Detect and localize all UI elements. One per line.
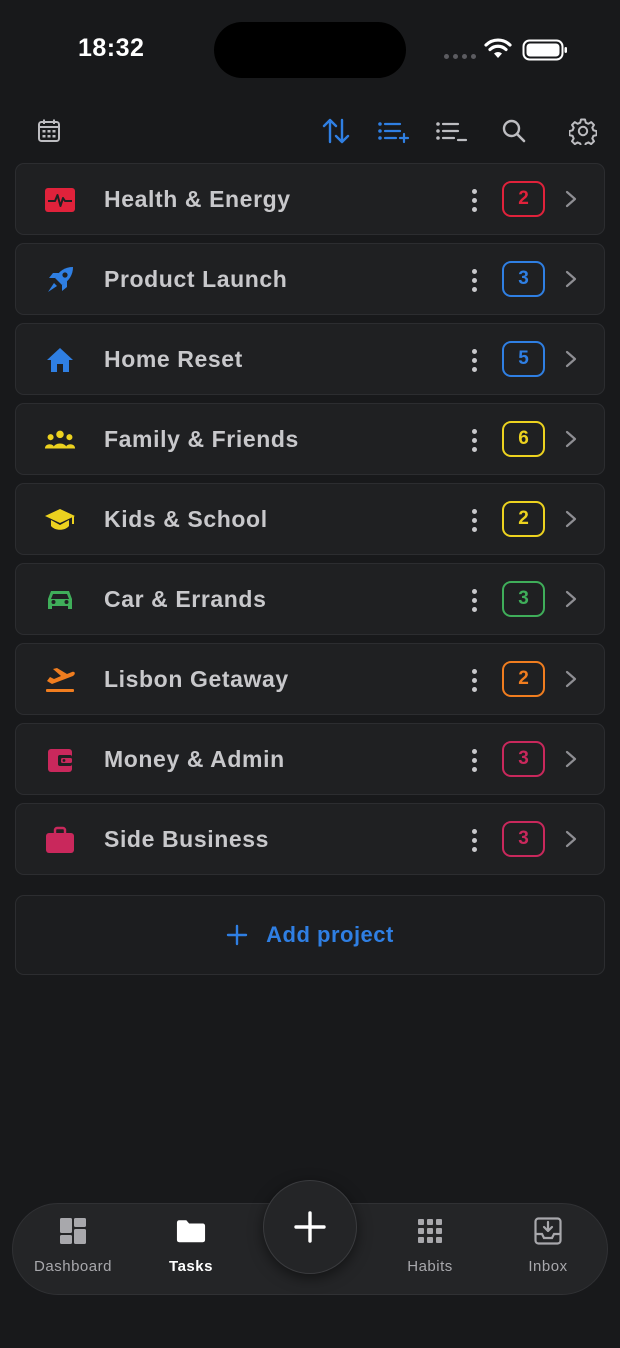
task-count-badge: 2 [502,501,545,537]
wallet-icon [44,744,76,776]
project-row-family-friends[interactable]: Family & Friends 6 [15,403,605,475]
add-task-fab[interactable] [263,1180,357,1274]
more-options-icon[interactable] [464,824,484,856]
project-name: Money & Admin [104,746,285,772]
toolbar [0,110,620,150]
tab-habits[interactable]: Habits [370,1204,490,1296]
project-name: Health & Energy [104,186,291,212]
project-row-health-energy[interactable]: Health & Energy 2 [15,163,605,235]
tasks-screen: 18:32 Health & Energy 2 Product Launch 3… [0,0,620,1348]
settings-button[interactable] [566,114,600,148]
collapse-list-icon [436,122,468,142]
search-icon [502,119,526,143]
heart-pulse-icon [44,184,76,216]
project-name: Lisbon Getaway [104,666,289,692]
tab-inbox[interactable]: Inbox [488,1204,608,1296]
people-icon [44,424,76,456]
chevron-right-icon [565,750,577,768]
task-count-badge: 3 [502,581,545,617]
add-project-label: Add project [266,922,394,947]
collapse-all-button[interactable] [434,114,468,148]
calendar-button[interactable] [32,114,66,148]
dashboard-icon [58,1216,88,1246]
cellular-signal-icon [444,54,476,60]
expand-list-icon [378,122,410,144]
chevron-right-icon [565,670,577,688]
project-name: Side Business [104,826,270,852]
more-options-icon[interactable] [464,744,484,776]
more-options-icon[interactable] [464,344,484,376]
chevron-right-icon [565,270,577,288]
more-options-icon[interactable] [464,264,484,296]
tab-label: Habits [407,1258,453,1275]
plus-icon [226,924,248,946]
project-row-car-errands[interactable]: Car & Errands 3 [15,563,605,635]
more-options-icon[interactable] [464,664,484,696]
status-time: 18:32 [78,34,145,62]
gear-icon [569,118,597,145]
task-count-badge: 2 [502,181,545,217]
chevron-right-icon [565,350,577,368]
task-count-badge: 3 [502,821,545,857]
project-row-lisbon-getaway[interactable]: Lisbon Getaway 2 [15,643,605,715]
tab-label: Tasks [169,1258,213,1275]
project-row-home-reset[interactable]: Home Reset 5 [15,323,605,395]
briefcase-icon [44,824,76,856]
dynamic-island [214,22,406,78]
more-options-icon[interactable] [464,424,484,456]
graduation-cap-icon [44,504,76,536]
task-count-badge: 5 [502,341,545,377]
search-button[interactable] [497,114,531,148]
add-project-button[interactable]: Add project [15,895,605,975]
inbox-icon [533,1216,563,1246]
task-count-badge: 3 [502,741,545,777]
folder-icon [176,1216,206,1246]
project-name: Kids & School [104,506,268,532]
project-name: Car & Errands [104,586,267,612]
project-name: Product Launch [104,266,288,292]
expand-all-button[interactable] [376,114,410,148]
task-count-badge: 3 [502,261,545,297]
sort-button[interactable] [319,114,353,148]
plus-icon [294,1211,326,1243]
chevron-right-icon [565,430,577,448]
task-count-badge: 2 [502,661,545,697]
wifi-icon [484,38,512,58]
battery-icon [522,39,567,61]
project-row-money-admin[interactable]: Money & Admin 3 [15,723,605,795]
project-name: Family & Friends [104,426,299,452]
project-row-product-launch[interactable]: Product Launch 3 [15,243,605,315]
plane-takeoff-icon [44,664,76,696]
tab-label: Dashboard [34,1258,112,1275]
home-icon [44,344,76,376]
more-options-icon[interactable] [464,584,484,616]
project-name: Home Reset [104,346,243,372]
chevron-right-icon [565,590,577,608]
chevron-right-icon [565,830,577,848]
grid-icon [415,1216,445,1246]
project-list: Health & Energy 2 Product Launch 3 Home … [15,163,605,883]
more-options-icon[interactable] [464,184,484,216]
tab-label: Inbox [528,1258,568,1275]
rocket-icon [44,264,76,296]
tab-dashboard[interactable]: Dashboard [13,1204,133,1296]
car-icon [44,584,76,616]
chevron-right-icon [565,510,577,528]
calendar-icon [38,119,60,142]
more-options-icon[interactable] [464,504,484,536]
sort-icon [322,118,350,144]
tab-tasks[interactable]: Tasks [131,1204,251,1296]
task-count-badge: 6 [502,421,545,457]
project-row-kids-school[interactable]: Kids & School 2 [15,483,605,555]
chevron-right-icon [565,190,577,208]
project-row-side-business[interactable]: Side Business 3 [15,803,605,875]
